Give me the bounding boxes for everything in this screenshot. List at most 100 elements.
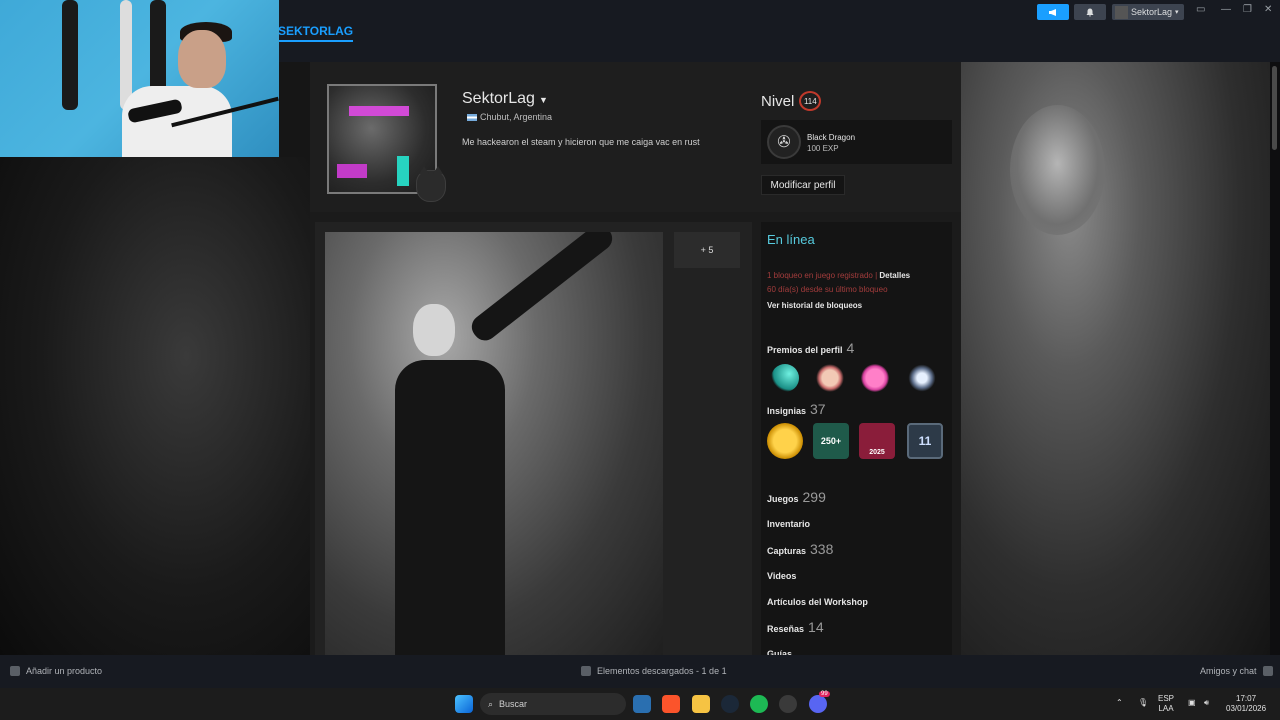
cat-avatar-frame-icon xyxy=(416,166,446,202)
featured-badge[interactable]: ✇ Black Dragon 100 EXP xyxy=(761,120,952,164)
featured-badge-name: Black Dragon xyxy=(807,133,856,142)
profile-sidebar: En línea 1 bloqueo en juego registrado |… xyxy=(761,222,952,659)
search-icon: ⌕ xyxy=(488,698,494,709)
scrollbar-thumb[interactable] xyxy=(1272,66,1277,150)
webcam-overlay xyxy=(0,0,279,157)
caret-down-icon[interactable]: ▼ xyxy=(539,95,548,105)
inventory-link[interactable]: Inventario xyxy=(767,519,810,529)
file-explorer-icon[interactable] xyxy=(692,695,710,713)
badges-label: Insignias xyxy=(767,406,807,416)
steam-bottom-bar: Añadir un producto Elementos descargados… xyxy=(0,655,1280,688)
minimize-icon[interactable]: — xyxy=(1221,4,1231,15)
close-icon[interactable]: ✕ xyxy=(1264,4,1272,15)
streamer-head xyxy=(178,30,226,88)
brave-browser-icon[interactable] xyxy=(662,695,680,713)
screenshots-link[interactable]: Capturas 338 xyxy=(767,541,833,557)
reviews-count: 14 xyxy=(808,619,824,635)
games-250-badge[interactable]: 250+ xyxy=(813,423,849,459)
language-code: ESP xyxy=(1158,694,1175,703)
level-badge[interactable]: 114 xyxy=(799,91,822,111)
clock-time: 17:07 xyxy=(1236,694,1257,703)
page-scrollbar[interactable] xyxy=(1270,62,1280,655)
steam-window: SEKTORLAG SektorLag ▾ ▭ — ❐ ✕ SektorLag … xyxy=(0,0,1280,688)
badges-count: 37 xyxy=(810,401,826,417)
volume-icon[interactable]: 🔊︎ xyxy=(1204,698,1209,708)
microphone-tray-icon[interactable]: 🎙︎ xyxy=(1138,698,1148,708)
reviews-label: Reseñas xyxy=(767,624,805,634)
obs-icon[interactable] xyxy=(779,695,797,713)
add-product-label: Añadir un producto xyxy=(26,666,103,676)
account-name: SektorLag xyxy=(1131,7,1173,17)
reviews-link[interactable]: Reseñas 14 xyxy=(767,619,824,635)
announcements-button[interactable] xyxy=(1037,4,1069,20)
account-menu-button[interactable]: SektorLag ▾ xyxy=(1112,4,1184,20)
ban-history-link[interactable]: Ver historial de bloqueos xyxy=(767,301,862,310)
downloads-button[interactable]: Elementos descargados - 1 de 1 xyxy=(581,666,727,676)
account-avatar xyxy=(1115,5,1128,19)
screenshots-count: 338 xyxy=(810,541,834,557)
awards-count: 4 xyxy=(846,340,855,356)
comet-award-icon[interactable] xyxy=(771,364,799,392)
profile-background-figure xyxy=(1010,105,1105,235)
taskbar-search[interactable]: ⌕ Buscar xyxy=(480,693,626,715)
downloads-label: Elementos descargados - 1 de 1 xyxy=(597,666,727,676)
spotify-icon[interactable] xyxy=(750,695,768,713)
avatar-art-stripe xyxy=(349,106,409,116)
friends-chat-button[interactable]: Amigos y chat xyxy=(1200,666,1273,676)
profile-background-left xyxy=(0,157,310,655)
location-text: Chubut, Argentina xyxy=(480,112,553,122)
profile-page: SektorLag ▼ Chubut, Argentina Me hackearo… xyxy=(310,62,961,659)
language-indicator[interactable]: ESP LAA xyxy=(1158,694,1174,714)
dragon-badge-icon: ✇ xyxy=(767,125,801,159)
gold-coin-badge-icon[interactable] xyxy=(767,423,803,459)
plus-square-icon xyxy=(10,666,20,676)
showcase-artwork-image[interactable] xyxy=(325,232,663,655)
argentina-flag-icon xyxy=(467,113,477,121)
task-view-icon[interactable] xyxy=(633,695,651,713)
chevron-down-icon: ▾ xyxy=(1175,9,1179,16)
vac-details-link[interactable]: Detalles xyxy=(879,271,910,280)
games-link[interactable]: Juegos 299 xyxy=(767,489,826,505)
clock[interactable]: 17:07 03/01/2026 xyxy=(1226,694,1266,714)
maximize-icon[interactable]: ❐ xyxy=(1243,4,1252,15)
chat-icon xyxy=(1262,666,1273,676)
discord-icon[interactable]: 99 xyxy=(809,691,830,713)
awards-link[interactable]: Premios del perfil 4 xyxy=(767,340,854,356)
vac-days-since: 60 día(s) desde su último bloqueo xyxy=(767,285,888,294)
chevron-up-icon[interactable]: ⌃ xyxy=(1116,698,1123,708)
taskbar-search-placeholder: Buscar xyxy=(499,699,528,709)
notifications-button[interactable] xyxy=(1074,4,1106,20)
profile-level: Nivel 114 xyxy=(761,91,822,111)
add-product-button[interactable]: Añadir un producto xyxy=(10,666,102,676)
profile-location: Chubut, Argentina xyxy=(467,112,552,122)
monitor-icon[interactable]: ▭ xyxy=(1196,4,1205,15)
videos-link[interactable]: Videos xyxy=(767,571,796,581)
artwork-figure-body xyxy=(395,360,505,655)
avatar-art-block xyxy=(337,164,367,178)
edit-profile-button[interactable]: Modificar perfil xyxy=(761,175,845,195)
windows-taskbar: ⌕ Buscar 99 ⌃ 🎙︎ ESP LAA ▣ 🔊︎ 17:07 03/0… xyxy=(0,688,1280,720)
workshop-link[interactable]: Artículos del Workshop xyxy=(767,597,868,607)
years-service-badge[interactable]: 11 xyxy=(907,423,943,459)
steam-year-badge[interactable]: 2025 xyxy=(859,423,895,459)
badges-link[interactable]: Insignias 37 xyxy=(767,401,826,417)
steam-icon[interactable] xyxy=(721,695,739,713)
windows-start-icon[interactable] xyxy=(455,695,473,713)
heart-award-icon[interactable] xyxy=(861,364,889,392)
friends-chat-label: Amigos y chat xyxy=(1200,666,1257,676)
orb-award-icon[interactable] xyxy=(908,364,936,392)
profile-name[interactable]: SektorLag ▼ xyxy=(462,90,548,108)
showcase-more-button[interactable]: + 5 xyxy=(674,232,740,268)
nav-tab-profile[interactable]: SEKTORLAG xyxy=(278,24,354,42)
profile-summary: Me hackearon el steam y hicieron que me … xyxy=(462,137,700,147)
network-icon[interactable]: ▣ xyxy=(1188,698,1196,708)
vac-ban-text: 1 bloqueo en juego registrado xyxy=(767,271,873,280)
keyboard-layout: LAA xyxy=(1158,704,1174,713)
games-count: 299 xyxy=(802,489,826,505)
bell-icon xyxy=(1086,8,1094,16)
online-status: En línea xyxy=(767,232,815,247)
clown-award-icon[interactable] xyxy=(816,364,844,392)
discord-notification-badge: 99 xyxy=(819,691,830,697)
artwork-figure-arm xyxy=(466,232,617,346)
profile-background-right xyxy=(961,62,1270,655)
